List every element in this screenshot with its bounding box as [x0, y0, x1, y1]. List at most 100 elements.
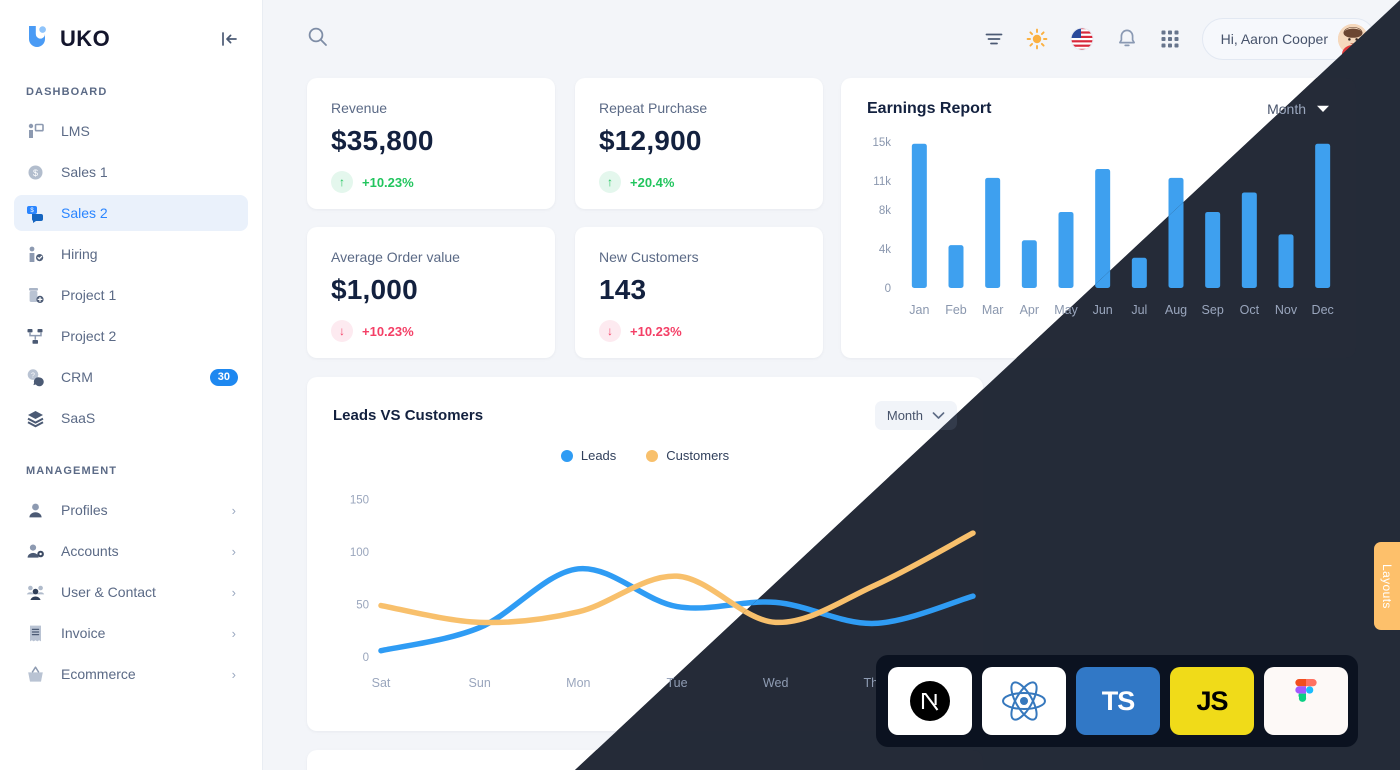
bottom-partial-card [307, 750, 983, 770]
sidebar-item-label: Project 2 [61, 328, 117, 344]
sidebar-item-crm[interactable]: ? CRM 30 [14, 359, 248, 395]
users-group-icon [26, 582, 50, 602]
filter-lines-icon[interactable] [984, 29, 1004, 49]
svg-text:11k: 11k [873, 176, 891, 188]
user-menu-button[interactable]: Hi, Aaron Cooper [1201, 18, 1376, 60]
svg-text:Sat: Sat [372, 676, 391, 690]
sidebar-item-lms[interactable]: LMS [14, 113, 248, 149]
svg-text:140: 140 [1161, 562, 1211, 595]
sidebar-item-label: SaaS [61, 410, 96, 426]
brand-left[interactable]: UKO [24, 22, 110, 57]
sidebar-item-profiles[interactable]: Profiles › [14, 492, 248, 528]
legend-dot-customers [646, 449, 659, 462]
sidebar-item-invoice[interactable]: Invoice › [14, 615, 248, 651]
tech-stack-bar: TS JS [876, 655, 1358, 747]
sidebar-brand-row: UKO [0, 0, 262, 78]
invoice-receipt-icon [26, 623, 50, 643]
stat-delta-text: +10.23% [362, 174, 414, 190]
stat-delta-text: +10.23% [362, 323, 414, 339]
crm-bubble-icon: ? [26, 367, 50, 387]
topbar: Hi, Aaron Cooper [263, 0, 1400, 78]
svg-text:Dec: Dec [1312, 303, 1334, 317]
caret-down-icon [1316, 101, 1330, 117]
svg-text:100: 100 [350, 547, 369, 559]
nextjs-logo[interactable] [888, 667, 972, 735]
svg-text:Mon: Mon [566, 676, 590, 690]
collapse-sidebar-icon[interactable] [218, 28, 240, 50]
stat-card-repeat-purchase: Repeat Purchase $12,900 ↑ +20.4% [575, 78, 823, 209]
usa-flag-icon[interactable] [1070, 27, 1094, 51]
stat-label: Average Order value [331, 249, 460, 265]
earnings-range-select[interactable]: Month [1267, 101, 1330, 117]
sidebar: UKO DASHBOARD LMS $ Sales 1 $ Sales 2 Hi… [0, 0, 263, 770]
bell-notification-icon[interactable] [1116, 28, 1138, 50]
stat-value: $35,800 [331, 125, 434, 156]
sidebar-section-dashboard-title: DASHBOARD [26, 86, 108, 98]
sidebar-item-saas[interactable]: SaaS [14, 400, 248, 436]
legend-label: Customers [666, 448, 730, 463]
svg-text:Apr: Apr [1020, 303, 1039, 317]
sun-theme-icon[interactable] [1026, 28, 1048, 50]
stat-card-average-order-value: Average Order value $1,000 ↓ +10.23% [307, 227, 555, 358]
leads-range-select[interactable]: Month [874, 401, 957, 430]
stat-value: $12,900 [599, 125, 702, 156]
sidebar-item-label: LMS [61, 123, 90, 139]
stat-value: 143 [599, 274, 647, 305]
arrow-up-icon: ↑ [331, 171, 353, 193]
legend-item-leads: Leads [560, 448, 617, 463]
brand-name: UKO [60, 26, 111, 51]
stat-delta: ↓ +10.23% [599, 320, 799, 342]
dollar-coin-icon: $ [26, 162, 50, 182]
react-logo[interactable] [982, 667, 1066, 735]
legend-item-customers: Customers [646, 448, 729, 463]
project-status-title: Project Status [1135, 401, 1237, 418]
sidebar-item-user-contact[interactable]: User & Contact › [14, 574, 248, 610]
chevron-right-icon: › [231, 502, 236, 518]
sidebar-item-hiring[interactable]: Hiring [14, 236, 248, 272]
earnings-report-card: Earnings Report Month 15k 11k 8k 4k 0 Jan Feb M… [841, 78, 1356, 358]
svg-text:Sep: Sep [1202, 303, 1224, 317]
project-tree-icon [26, 326, 50, 346]
sidebar-item-accounts[interactable]: Accounts › [14, 533, 248, 569]
layouts-tab[interactable]: Layouts [1374, 542, 1400, 630]
sidebar-item-label: Project 1 [61, 287, 117, 303]
earnings-bar-chart: 15k 11k 8k 4k 0 Jan Feb Mar Apr May Jun Jul Aug Sep Oc… [872, 137, 1334, 317]
typescript-label: TS [1101, 685, 1136, 716]
svg-text:Sun: Sun [469, 676, 491, 690]
sidebar-item-label: Hiring [61, 246, 98, 262]
svg-text:Tue: Tue [666, 676, 687, 690]
stat-delta: ↑ +10.23% [331, 171, 531, 193]
sidebar-item-label: Invoice [61, 625, 106, 641]
leads-chart-legend: Leads Customers [307, 448, 983, 463]
legend-label: Leads [580, 448, 617, 463]
search-icon[interactable] [307, 26, 328, 52]
arrow-up-icon: ↑ [599, 171, 621, 193]
project-box-icon [26, 285, 50, 305]
topbar-actions: Hi, Aaron Cooper [984, 18, 1376, 60]
svg-text:150: 150 [350, 495, 369, 507]
sidebar-item-sales-1[interactable]: $ Sales 1 [14, 154, 248, 190]
sidebar-item-sales-2[interactable]: $ Sales 2 [14, 195, 248, 231]
svg-text:Jun: Jun [1093, 303, 1113, 317]
javascript-logo[interactable]: JS [1170, 667, 1254, 735]
svg-text:$: $ [33, 168, 38, 178]
svg-text:Oct: Oct [1240, 303, 1260, 317]
stat-delta: ↑ +20.4% [599, 171, 799, 193]
stat-value: $1,000 [331, 274, 418, 305]
legend-dot-leads [560, 449, 573, 462]
typescript-logo[interactable]: TS [1076, 667, 1160, 735]
figma-logo[interactable] [1264, 667, 1348, 735]
sidebar-item-project-2[interactable]: Project 2 [14, 318, 248, 354]
sidebar-item-label: Ecommerce [61, 666, 136, 682]
svg-text:8k: 8k [879, 205, 891, 217]
apps-grid-icon[interactable] [1160, 29, 1180, 49]
svg-text:Mar: Mar [982, 303, 1004, 317]
dashboard-root: UKO DASHBOARD LMS $ Sales 1 $ Sales 2 Hi… [0, 0, 1400, 770]
earnings-report-title: Earnings Report [867, 100, 992, 117]
svg-text:Jul: Jul [1131, 303, 1147, 317]
shopping-basket-icon [26, 664, 50, 684]
svg-text:0: 0 [363, 652, 369, 664]
sidebar-item-label: Accounts [61, 543, 119, 559]
sidebar-item-project-1[interactable]: Project 1 [14, 277, 248, 313]
sidebar-item-ecommerce[interactable]: Ecommerce › [14, 656, 248, 692]
